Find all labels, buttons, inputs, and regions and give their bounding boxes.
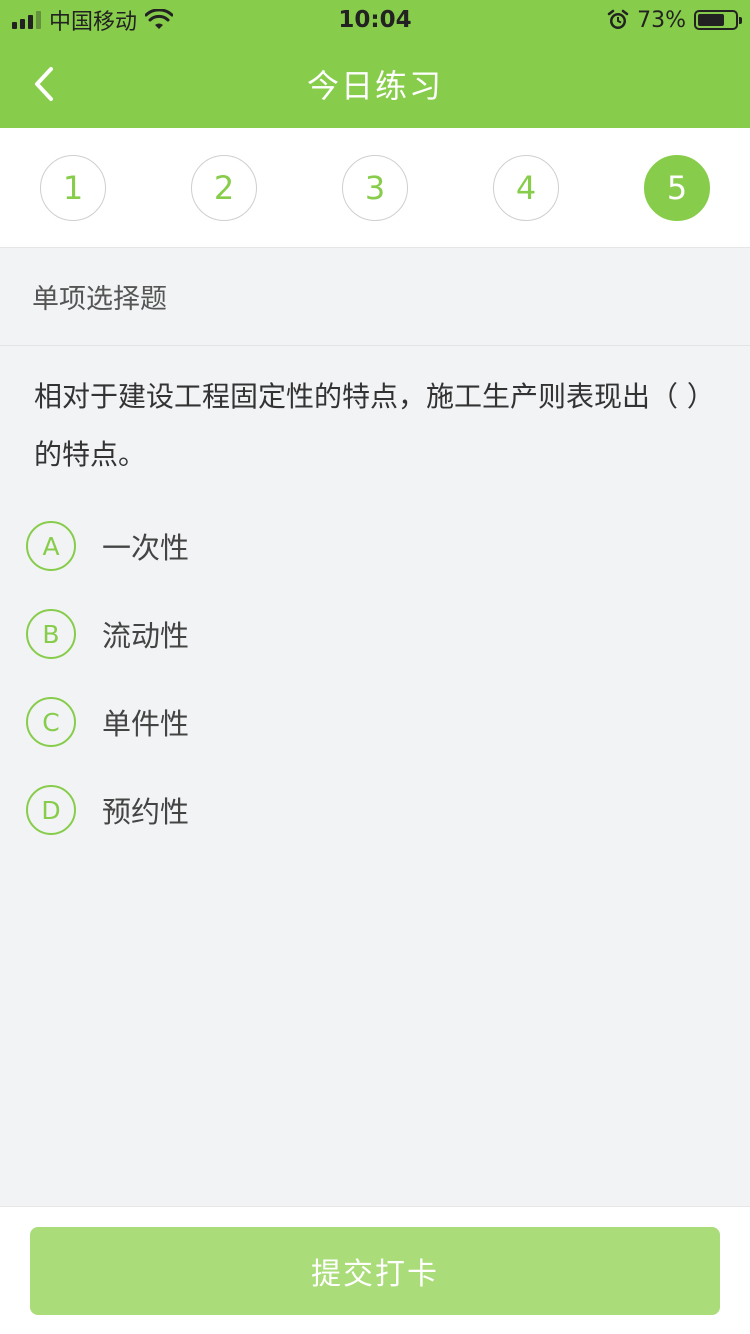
submit-checkin-button[interactable]: 提交打卡	[30, 1227, 720, 1315]
option-d-letter: D	[26, 785, 76, 835]
option-a-letter: A	[26, 521, 76, 571]
nav-bar: 今日练习	[0, 40, 750, 128]
option-d[interactable]: D 预约性	[26, 766, 726, 854]
carrier-label: 中国移动	[49, 10, 138, 35]
step-1[interactable]: 1	[40, 154, 106, 221]
step-5[interactable]: 5	[644, 154, 710, 221]
option-d-text: 预约性	[102, 795, 190, 829]
status-bar: 中国移动 10:04 73%	[0, 0, 750, 40]
question-type: 单项选择题	[0, 248, 750, 346]
option-a-text: 一次性	[102, 531, 190, 565]
option-c-letter: C	[26, 697, 76, 747]
question-text: 相对于建设工程固定性的特点，施工生产则表现出（ ）的特点。	[34, 380, 715, 471]
status-left: 中国移动	[12, 4, 174, 36]
option-list: A 一次性 B 流动性 C 单件性 D 预约性	[26, 502, 726, 854]
wifi-icon	[145, 9, 174, 29]
battery-icon	[694, 10, 742, 30]
option-c[interactable]: C 单件性	[26, 678, 726, 766]
chevron-left-icon	[35, 67, 53, 101]
battery-percent: 73%	[637, 7, 686, 33]
alarm-icon	[607, 9, 629, 29]
step-4[interactable]: 4	[493, 154, 559, 221]
status-right: 73%	[607, 7, 742, 33]
step-2[interactable]: 2	[191, 154, 257, 221]
page-title: 今日练习	[306, 67, 443, 105]
bottom-bar: 提交打卡	[0, 1206, 750, 1334]
option-a[interactable]: A 一次性	[26, 502, 726, 590]
step-3[interactable]: 3	[342, 154, 408, 221]
option-b[interactable]: B 流动性	[26, 590, 726, 678]
question-step-bar: 1 2 3 4 5	[0, 128, 750, 248]
option-b-letter: B	[26, 609, 76, 659]
option-c-text: 单件性	[102, 707, 190, 741]
back-button[interactable]	[24, 64, 64, 104]
signal-icon	[12, 11, 41, 29]
option-b-text: 流动性	[102, 619, 190, 653]
